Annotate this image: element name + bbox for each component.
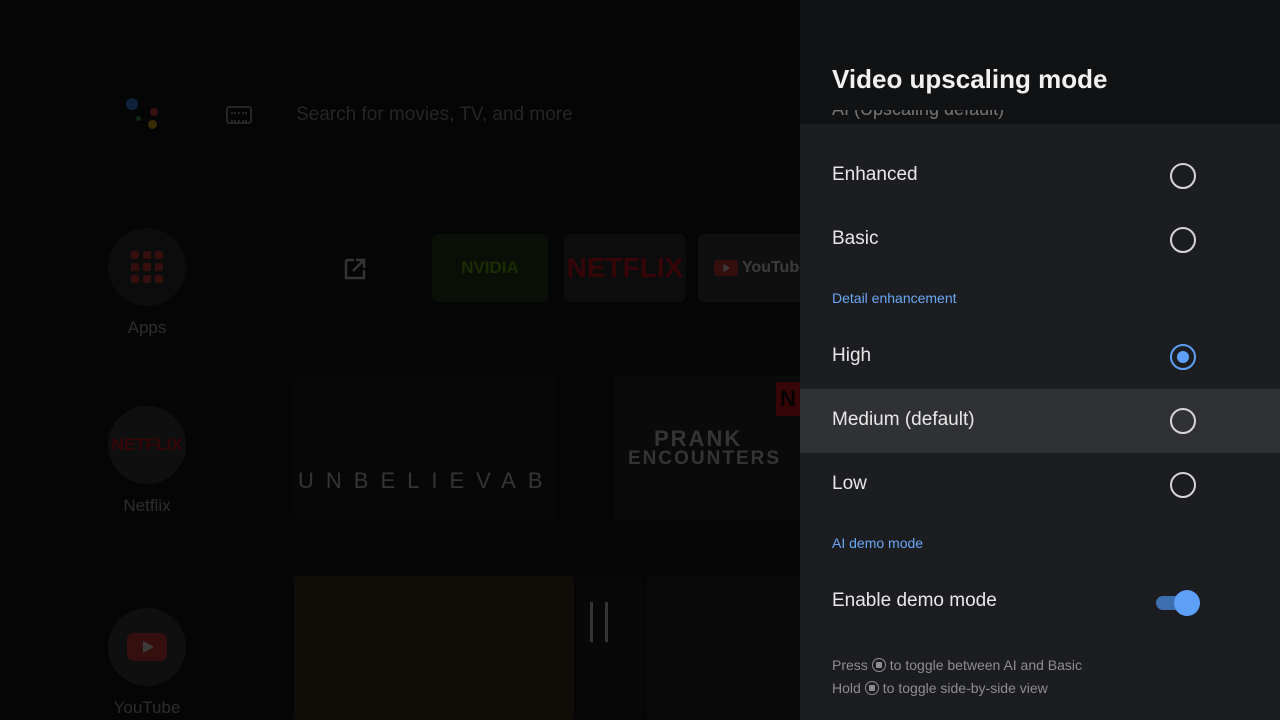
youtube-tile: YouTube <box>698 234 800 302</box>
demo-mode-toggle-thumb[interactable] <box>1174 590 1200 616</box>
option-label: Enable demo mode <box>832 590 997 611</box>
option-low[interactable]: Low <box>800 453 1280 517</box>
apps-grid-icon <box>131 251 163 283</box>
remote-button-icon <box>871 658 886 672</box>
radio-low[interactable] <box>1170 472 1196 498</box>
section-header-detail: Detail enhancement <box>832 290 957 306</box>
remote-button-icon <box>864 681 879 695</box>
panel-header: Video upscaling mode <box>800 0 1280 124</box>
option-medium[interactable]: Medium (default) <box>800 389 1280 453</box>
juventus-logo-icon <box>590 602 608 642</box>
unbelievable-card: UNBELIEVABLE <box>294 376 556 520</box>
external-link-icon <box>344 258 366 280</box>
option-label: Low <box>832 473 867 494</box>
prank-encounters-card: PRANK ENCOUNTERS N <box>614 376 800 520</box>
nvidia-tile: NVIDIA <box>432 234 548 302</box>
section-header-ai-demo: AI demo mode <box>832 535 924 551</box>
clipped-list-item: AI (Upscaling default) <box>832 110 1004 124</box>
hint-press: Press to toggle between AI and Basic <box>832 657 1083 673</box>
panel-title: Video upscaling mode <box>832 64 1108 94</box>
radio-enhanced[interactable] <box>1170 163 1196 189</box>
launcher-background: Search for movies, TV, and more Apps NET… <box>0 0 800 720</box>
option-label: Medium (default) <box>832 409 975 430</box>
juventus-card <box>576 576 642 720</box>
option-high[interactable]: High <box>800 325 1280 389</box>
google-assistant-icon <box>124 96 164 136</box>
radio-basic[interactable] <box>1170 227 1196 253</box>
option-label: Enhanced <box>832 164 918 185</box>
option-basic[interactable]: Basic <box>800 208 1280 272</box>
youtube-app-icon <box>108 608 186 686</box>
radio-medium[interactable] <box>1170 408 1196 434</box>
search-bar-text: Search for movies, TV, and more <box>296 104 573 125</box>
keyboard-icon <box>226 106 252 124</box>
option-label: Basic <box>832 228 879 249</box>
youtube-logo-icon <box>714 260 738 276</box>
option-enable-demo-mode[interactable]: Enable demo mode <box>800 570 1280 634</box>
netflix-app-icon: NETFLIX <box>108 406 186 484</box>
netflix-tile: NETFLIX <box>564 234 686 302</box>
hint-hold: Hold to toggle side-by-side view <box>832 680 1048 696</box>
option-label: High <box>832 345 872 366</box>
apps-label: Apps <box>127 318 167 337</box>
youtube-play-icon <box>127 633 167 661</box>
youtube-label: YouTube <box>113 698 181 717</box>
apps-button <box>108 228 186 306</box>
video-upscaling-panel: Video upscaling mode AI (Upscaling defau… <box>800 0 1280 720</box>
option-enhanced[interactable]: Enhanced <box>800 144 1280 208</box>
netflix-label: Netflix <box>123 496 171 515</box>
radio-high[interactable] <box>1170 344 1196 370</box>
content-card-bottom-3 <box>646 576 800 720</box>
netflix-badge: N <box>776 382 800 416</box>
content-card-bottom-1 <box>294 576 574 720</box>
